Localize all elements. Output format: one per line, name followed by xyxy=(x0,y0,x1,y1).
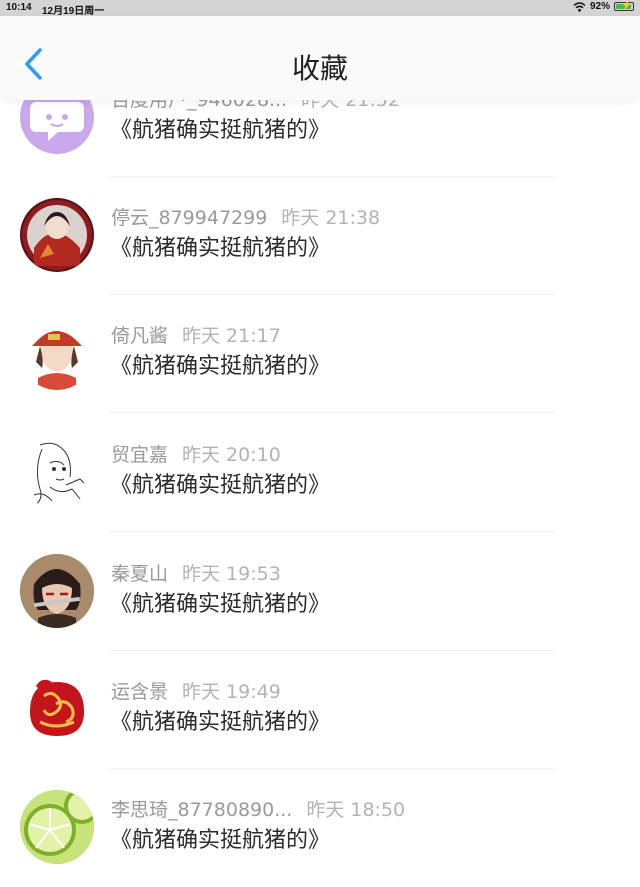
list-item[interactable]: 运含景 昨天 19:49 《航猪确实挺航猪的》 xyxy=(0,651,640,769)
avatar[interactable] xyxy=(20,672,94,746)
item-meta: 倚凡酱 昨天 21:17 xyxy=(111,321,281,348)
list-item[interactable]: 贸宜嘉 昨天 20:10 《航猪确实挺航猪的》 xyxy=(0,414,640,532)
item-content[interactable]: 《航猪确实挺航猪的》 xyxy=(110,467,330,499)
page-title: 收藏 xyxy=(291,52,348,85)
timestamp: 昨天 21:17 xyxy=(182,325,281,347)
item-content[interactable]: 《航猪确实挺航猪的》 xyxy=(110,348,330,380)
avatar[interactable] xyxy=(20,316,94,390)
timestamp: 昨天 18:50 xyxy=(306,799,406,821)
user-name[interactable]: 贸宜嘉 xyxy=(111,444,168,466)
navigation-bar: 收藏 xyxy=(0,16,640,100)
timestamp: 昨天 19:49 xyxy=(182,681,281,703)
user-name[interactable]: 秦夏山 xyxy=(111,563,168,585)
item-content[interactable]: 《航猪确实挺航猪的》 xyxy=(110,112,330,144)
wifi-icon xyxy=(573,1,586,12)
item-meta: 停云_879947299 昨天 21:38 xyxy=(111,203,380,230)
status-date: 12月19日周一 xyxy=(42,6,105,17)
user-name[interactable]: 李思琦_87780890... xyxy=(111,799,292,821)
timestamp: 昨天 19:53 xyxy=(182,563,281,585)
list-item[interactable]: 停云_879947299 昨天 21:38 《航猪确实挺航猪的》 xyxy=(0,177,640,295)
user-name[interactable]: 运含景 xyxy=(111,681,168,703)
battery-charging-icon: ⚡ xyxy=(614,0,634,11)
divider xyxy=(110,412,554,413)
avatar[interactable] xyxy=(20,554,94,628)
charging-bolt-icon: ⚡ xyxy=(621,0,633,10)
status-bar: 10:14 12月19日周一 92% ⚡ xyxy=(0,0,640,17)
list-item[interactable]: 李思琦_87780890... 昨天 18:50 《航猪确实挺航猪的》 xyxy=(0,769,640,887)
item-content[interactable]: 《航猪确实挺航猪的》 xyxy=(110,586,330,618)
item-content[interactable]: 《航猪确实挺航猪的》 xyxy=(110,230,330,262)
list-item[interactable]: 秦夏山 昨天 19:53 《航猪确实挺航猪的》 xyxy=(0,533,640,651)
avatar[interactable] xyxy=(20,198,94,272)
status-time: 10:14 xyxy=(6,2,32,13)
timestamp: 昨天 20:10 xyxy=(182,444,281,466)
item-content[interactable]: 《航猪确实挺航猪的》 xyxy=(110,822,330,854)
timestamp: 昨天 21:38 xyxy=(281,207,381,229)
avatar[interactable] xyxy=(20,435,94,509)
battery-percent: 92% xyxy=(589,1,610,12)
item-meta: 贸宜嘉 昨天 20:10 xyxy=(111,440,281,467)
list-item[interactable]: 倚凡酱 昨天 21:17 《航猪确实挺航猪的》 xyxy=(0,295,640,413)
item-meta: 运含景 昨天 19:49 xyxy=(111,677,281,704)
item-content[interactable]: 《航猪确实挺航猪的》 xyxy=(110,704,330,736)
status-right: 92% ⚡ xyxy=(573,0,634,12)
divider xyxy=(110,531,554,532)
user-name[interactable]: 倚凡酱 xyxy=(111,325,168,347)
item-meta: 李思琦_87780890... 昨天 18:50 xyxy=(111,795,405,822)
item-meta: 秦夏山 昨天 19:53 xyxy=(111,559,281,586)
user-name[interactable]: 停云_879947299 xyxy=(111,207,267,229)
